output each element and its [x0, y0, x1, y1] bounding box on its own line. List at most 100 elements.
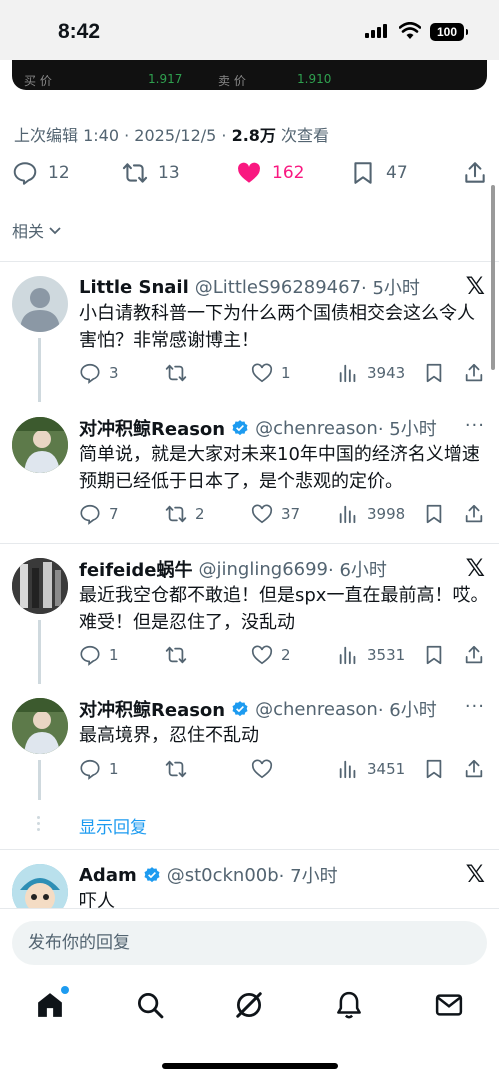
bottom-tab-bar	[0, 978, 499, 1080]
heart-filled-icon	[238, 162, 260, 183]
share-button[interactable]	[463, 503, 485, 525]
share-button[interactable]	[462, 160, 488, 186]
bookmark-button[interactable]	[423, 644, 445, 666]
heart-icon	[251, 363, 273, 383]
avatar[interactable]	[12, 698, 68, 754]
tweet-actions: 1 2 3531	[79, 644, 489, 670]
reply-composer-bar: 发布你的回复	[0, 908, 499, 978]
tweet-time: · 6小时	[328, 560, 387, 581]
x-logo-icon: 𝕏	[465, 554, 485, 582]
wifi-icon	[399, 22, 421, 39]
more-options-icon[interactable]: ···	[465, 415, 485, 436]
notification-dot	[61, 986, 69, 994]
reply-button[interactable]: 12	[12, 160, 70, 186]
reply-button[interactable]: 7	[79, 503, 119, 525]
bookmark-button[interactable]	[423, 362, 445, 384]
views-button[interactable]: 3531	[337, 644, 405, 666]
section-divider	[0, 261, 499, 262]
tweet-header: 对冲积鲸Reason @chenreason · 6小时	[79, 696, 437, 722]
share-icon	[465, 363, 483, 382]
bookmark-button[interactable]: 47	[350, 160, 408, 186]
repost-button[interactable]: 13	[122, 160, 180, 186]
reply-input[interactable]: 发布你的回复	[12, 921, 487, 965]
tab-grok[interactable]	[234, 990, 264, 1020]
related-toggle[interactable]: 相关	[12, 218, 62, 242]
more-options-icon[interactable]: ···	[465, 696, 485, 717]
user-handle[interactable]: @LittleS96289467	[195, 277, 361, 298]
view-count: 3531	[367, 646, 406, 664]
display-name[interactable]: feifeide蜗牛	[79, 556, 193, 582]
view-count: 3998	[367, 505, 406, 523]
like-count: 2	[281, 646, 291, 664]
repost-button[interactable]	[165, 362, 195, 384]
bookmark-button[interactable]	[423, 503, 445, 525]
reply-icon	[80, 759, 100, 780]
reply-button[interactable]: 1	[79, 644, 119, 666]
display-name[interactable]: 对冲积鲸Reason	[79, 415, 225, 441]
tweet-text: 最高境界，忍住不乱动	[79, 725, 259, 746]
tab-messages[interactable]	[434, 990, 464, 1020]
home-icon	[38, 993, 62, 1017]
avatar[interactable]	[12, 417, 68, 473]
tab-notifications[interactable]	[334, 990, 364, 1020]
user-handle[interactable]: @st0ckn00b	[167, 865, 279, 886]
reply-button[interactable]: 3	[79, 362, 119, 384]
view-count: 3943	[367, 364, 406, 382]
repost-button[interactable]: 2	[165, 503, 205, 525]
display-name[interactable]: Adam	[79, 865, 137, 886]
avatar[interactable]	[12, 276, 68, 332]
grok-icon	[236, 992, 262, 1018]
repost-button[interactable]	[165, 758, 195, 780]
reply-count: 12	[48, 163, 70, 183]
display-name[interactable]: 对冲积鲸Reason	[79, 696, 225, 722]
views-button[interactable]: 3998	[337, 503, 405, 525]
analytics-icon	[339, 505, 356, 524]
user-handle[interactable]: @chenreason	[255, 699, 378, 720]
view-suffix: 次查看	[275, 126, 330, 145]
tab-search[interactable]	[135, 990, 165, 1020]
reply-count: 1	[109, 646, 119, 664]
bookmark-button[interactable]	[423, 758, 445, 780]
reply-icon	[80, 363, 100, 384]
tweet-meta: 上次编辑 1:40 · 2025/12/5 · 2.8万 次查看	[14, 122, 329, 146]
bookmark-icon	[426, 645, 442, 665]
verified-badge-icon	[144, 867, 160, 883]
avatar[interactable]	[12, 558, 68, 614]
share-icon	[465, 645, 483, 664]
user-handle[interactable]: @chenreason	[255, 418, 378, 439]
reply-button[interactable]: 1	[79, 758, 119, 780]
views-button[interactable]: 3943	[337, 362, 405, 384]
share-button[interactable]	[463, 644, 485, 666]
views-button[interactable]: 3451	[337, 758, 405, 780]
like-button[interactable]: 1	[251, 362, 291, 384]
analytics-icon	[339, 760, 356, 779]
tweet-text: 简单说，就是大家对未来10年中国的经济名义增速预期已经低于日本了，是个悲观的定价…	[79, 444, 480, 492]
search-icon	[138, 993, 164, 1019]
tweet-text: 小白请教科普一下为什么两个国债相交会这么令人害怕？非常感谢博主！	[79, 303, 475, 351]
ask-label: 卖 价	[218, 74, 246, 88]
like-button[interactable]: 37	[251, 503, 300, 525]
share-button[interactable]	[463, 362, 485, 384]
display-name[interactable]: Little Snail	[79, 277, 189, 298]
share-button[interactable]	[463, 758, 485, 780]
repost-button[interactable]	[165, 644, 195, 666]
view-count[interactable]: 2.8万	[232, 126, 276, 145]
bookmark-icon	[354, 162, 372, 184]
user-photo-icon	[12, 558, 68, 614]
share-icon	[465, 759, 483, 778]
tweet-time: · 5小时	[361, 278, 420, 299]
repost-count: 2	[195, 505, 205, 523]
show-replies-link[interactable]: 显示回复	[79, 813, 147, 838]
bid-value: 1.917	[148, 72, 183, 86]
default-avatar-icon	[20, 288, 60, 332]
tab-home[interactable]	[35, 986, 69, 1020]
heart-icon	[251, 645, 273, 665]
like-button[interactable]: 2	[251, 644, 291, 666]
like-button[interactable]	[251, 758, 281, 780]
bookmark-icon	[426, 759, 442, 779]
user-handle[interactable]: @jingling6699	[199, 559, 328, 580]
like-button[interactable]: 162	[236, 160, 304, 186]
analytics-icon	[339, 364, 356, 383]
related-label: 相关	[12, 222, 45, 241]
scrollbar[interactable]	[491, 185, 495, 370]
